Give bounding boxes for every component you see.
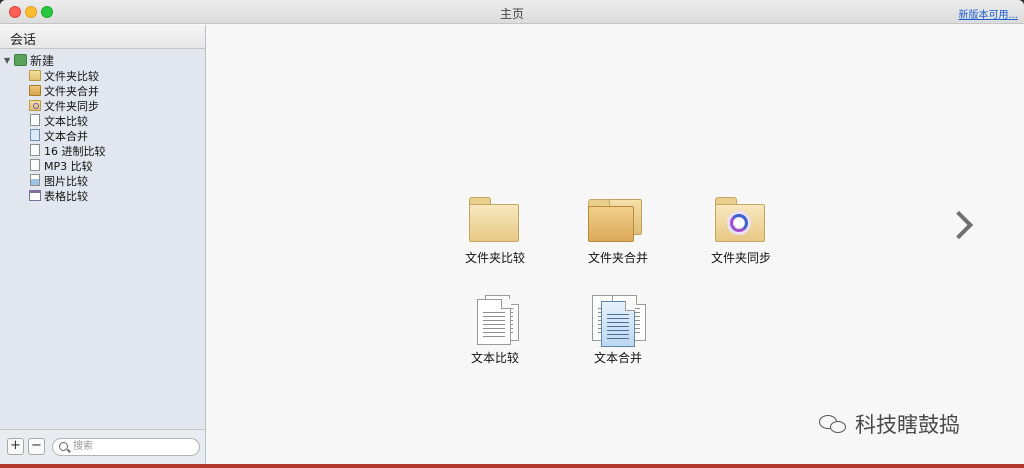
- app-window: 主页 新版本可用... 会话 ▼ 新建 文件夹比较 文件夹合并 文件夹同步 文本比…: [0, 0, 1024, 466]
- folder-sync-icon: [29, 100, 41, 111]
- sidebar-item-label: 文本合并: [44, 130, 88, 143]
- text-compare-icon: [467, 295, 523, 345]
- sidebar: 会话 ▼ 新建 文件夹比较 文件夹合并 文件夹同步 文本比较 文本合并 16 进制…: [0, 25, 206, 466]
- sidebar-header: 会话: [0, 25, 205, 49]
- tile-label: 文件夹合并: [587, 251, 648, 265]
- document-merge-icon: [30, 129, 40, 141]
- tree-root-new[interactable]: ▼ 新建: [0, 53, 205, 69]
- sidebar-item-folder-merge[interactable]: 文件夹合并: [0, 84, 205, 99]
- disclosure-triangle-icon[interactable]: ▼: [4, 53, 14, 69]
- sidebar-item-label: 表格比较: [44, 190, 88, 203]
- tree-root-label: 新建: [30, 54, 55, 68]
- update-available-link[interactable]: 新版本可用...: [958, 6, 1018, 21]
- sidebar-item-hex-compare[interactable]: 16 进制比较: [0, 144, 205, 159]
- sidebar-item-label: 文本比较: [44, 115, 88, 128]
- watermark-text: 科技瞎鼓捣: [855, 413, 960, 437]
- home-panel: 文件夹比较 文件夹合并 文件夹同步 文本比较 文本合并 科技瞎鼓捣: [207, 25, 1024, 466]
- sidebar-item-table-compare[interactable]: 表格比较: [0, 189, 205, 204]
- folder-merge-icon: [588, 195, 646, 243]
- sidebar-item-label: 文件夹合并: [44, 85, 99, 98]
- tile-text-merge[interactable]: 文本合并: [572, 295, 664, 366]
- sidebar-item-label: 16 进制比较: [44, 145, 106, 158]
- wechat-icon: [819, 413, 849, 435]
- folder-sync-icon: [713, 195, 769, 243]
- search-icon: [59, 442, 68, 451]
- sidebar-item-folder-compare[interactable]: 文件夹比较: [0, 69, 205, 84]
- remove-session-button[interactable]: −: [28, 438, 45, 455]
- tile-folder-compare[interactable]: 文件夹比较: [449, 195, 541, 266]
- desktop-strip: [0, 464, 1024, 468]
- tile-label: 文本比较: [470, 351, 519, 365]
- table-icon: [29, 190, 41, 201]
- sidebar-item-label: 图片比较: [44, 175, 88, 188]
- mp3-file-icon: [30, 159, 40, 171]
- folder-compare-icon: [467, 195, 523, 243]
- sidebar-item-label: 文件夹同步: [44, 100, 99, 113]
- tile-label: 文本合并: [593, 351, 642, 365]
- sidebar-item-label: 文件夹比较: [44, 70, 99, 83]
- sidebar-item-mp3-compare[interactable]: MP3 比较: [0, 159, 205, 174]
- picture-file-icon: [30, 174, 40, 186]
- sidebar-footer: + − 搜索: [0, 429, 205, 466]
- document-icon: [30, 114, 40, 126]
- title-bar: 主页 新版本可用...: [0, 0, 1024, 24]
- watermark: 科技瞎鼓捣: [819, 409, 960, 437]
- tile-label: 文件夹比较: [464, 251, 525, 265]
- window-title: 主页: [499, 7, 524, 21]
- add-session-button[interactable]: +: [7, 438, 24, 455]
- sidebar-item-picture-compare[interactable]: 图片比较: [0, 174, 205, 189]
- text-merge-icon: [590, 295, 646, 347]
- sidebar-item-label: MP3 比较: [44, 160, 93, 173]
- sidebar-item-text-compare[interactable]: 文本比较: [0, 114, 205, 129]
- session-tree: ▼ 新建 文件夹比较 文件夹合并 文件夹同步 文本比较 文本合并 16 进制比较 …: [0, 53, 205, 204]
- tile-label: 文件夹同步: [710, 251, 771, 265]
- tile-text-compare[interactable]: 文本比较: [449, 295, 541, 366]
- search-placeholder: 搜索: [73, 441, 93, 452]
- sidebar-item-folder-sync[interactable]: 文件夹同步: [0, 99, 205, 114]
- tile-folder-merge[interactable]: 文件夹合并: [572, 195, 664, 266]
- sidebar-item-text-merge[interactable]: 文本合并: [0, 129, 205, 144]
- new-session-icon: [14, 54, 27, 66]
- chevron-right-icon[interactable]: [947, 209, 969, 241]
- hex-file-icon: [30, 144, 40, 156]
- folder-merge-icon: [29, 85, 41, 96]
- tile-folder-sync[interactable]: 文件夹同步: [695, 195, 787, 266]
- search-input[interactable]: 搜索: [52, 438, 200, 456]
- folder-icon: [29, 70, 41, 81]
